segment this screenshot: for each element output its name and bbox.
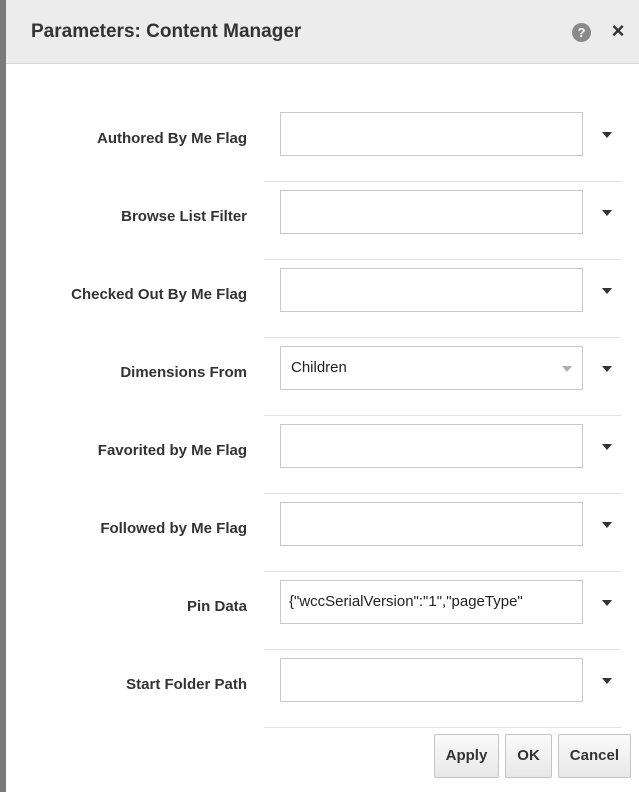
chevron-down-icon[interactable] [602,444,612,450]
param-row-start-folder-path: Start Folder Path [6,650,639,728]
dialog-titlebar: Parameters: Content Manager ? × [6,0,639,64]
help-icon[interactable]: ? [572,23,591,42]
param-label: Checked Out By Me Flag [71,286,247,303]
chevron-down-icon[interactable] [602,522,612,528]
param-label: Browse List Filter [121,208,247,225]
parameters-dialog: Parameters: Content Manager ? × Authored… [0,0,639,792]
chevron-down-icon[interactable] [602,366,612,372]
apply-button[interactable]: Apply [433,734,500,778]
chevron-down-icon[interactable] [602,600,612,606]
param-row-favorited-by-me-flag: Favorited by Me Flag [6,416,639,494]
authored-by-me-flag-input[interactable] [280,112,583,156]
param-row-followed-by-me-flag: Followed by Me Flag [6,494,639,572]
chevron-down-icon[interactable] [602,132,612,138]
pin-data-input[interactable]: {"wccSerialVersion":"1","pageType" [280,580,583,624]
chevron-down-icon[interactable] [602,210,612,216]
param-label: Start Folder Path [126,676,247,693]
cancel-button[interactable]: Cancel [557,734,631,778]
start-folder-path-input[interactable] [280,658,583,702]
row-divider [264,727,621,728]
chevron-down-icon[interactable] [602,288,612,294]
param-label: Followed by Me Flag [100,520,247,537]
param-label: Favorited by Me Flag [97,442,247,459]
dialog-title: Parameters: Content Manager [31,21,302,42]
checked-out-by-me-flag-input[interactable] [280,268,583,312]
browse-list-filter-input[interactable] [280,190,583,234]
param-label: Dimensions From [120,364,247,381]
select-arrow-icon[interactable] [562,366,572,372]
dimensions-from-select[interactable]: Children [280,346,583,390]
close-icon[interactable]: × [607,18,629,44]
chevron-down-icon[interactable] [602,678,612,684]
dialog-button-bar: Apply OK Cancel [433,734,631,778]
dimensions-from-value: Children [291,359,347,376]
param-row-pin-data: Pin Data {"wccSerialVersion":"1","pageTy… [6,572,639,650]
param-row-browse-list-filter: Browse List Filter [6,182,639,260]
param-row-authored-by-me-flag: Authored By Me Flag [6,104,639,182]
followed-by-me-flag-input[interactable] [280,502,583,546]
ok-button[interactable]: OK [505,734,552,778]
param-row-checked-out-by-me-flag: Checked Out By Me Flag [6,260,639,338]
param-row-dimensions-from: Dimensions From Children [6,338,639,416]
param-label: Authored By Me Flag [96,130,247,147]
favorited-by-me-flag-input[interactable] [280,424,583,468]
param-label: Pin Data [186,598,247,615]
